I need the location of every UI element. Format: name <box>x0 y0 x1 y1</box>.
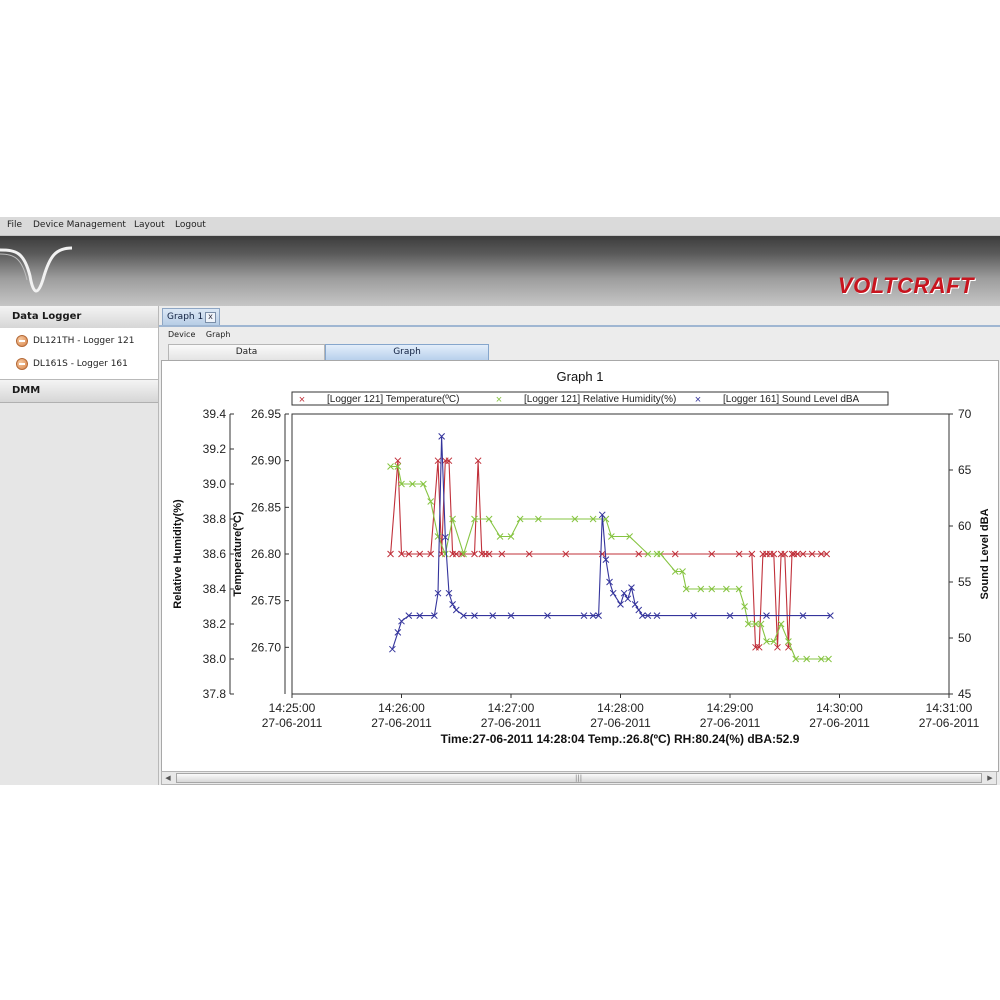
y-tick-label-temperature: 26.80 <box>251 547 281 561</box>
data-point <box>624 595 632 603</box>
y-tick-label-humidity: 38.4 <box>203 582 227 596</box>
data-point <box>394 629 402 636</box>
scroll-right-arrow-icon[interactable]: ▶ <box>984 772 996 784</box>
data-point <box>609 589 617 597</box>
data-point <box>620 589 628 597</box>
scroll-grip-icon: ||| <box>575 774 583 782</box>
device-icon <box>16 358 28 370</box>
sidebar-item-label: DL161S - Logger 161 <box>33 359 128 369</box>
x-tick-label-time: 14:29:00 <box>707 701 754 715</box>
data-point <box>635 606 643 614</box>
cursor-readout: Time:27-06-2011 14:28:04 Temp.:26.8(ºC) … <box>441 732 800 746</box>
x-tick-label-date: 27-06-2011 <box>809 716 870 730</box>
y-tick-label-humidity: 38.8 <box>203 512 227 526</box>
x-tick-label-time: 14:31:00 <box>926 701 973 715</box>
close-icon[interactable]: x <box>205 312 216 323</box>
legend-marker: × <box>299 394 305 406</box>
menu-layout[interactable]: Layout <box>134 220 165 230</box>
y-tick-label-temperature: 26.75 <box>251 594 281 608</box>
y-tick-label-sound: 65 <box>958 463 972 477</box>
data-point <box>449 601 456 608</box>
x-tick-label-time: 14:27:00 <box>488 701 535 715</box>
tab-label: Graph 1 <box>167 312 204 322</box>
legend-entry: [Logger 121] Relative Humidity(%) <box>524 394 676 405</box>
y-axis-label-humidity: Relative Humidity(%) <box>172 499 184 609</box>
y-tick-label-sound: 45 <box>958 687 972 701</box>
legend-marker: × <box>496 394 502 406</box>
breadcrumb-device: Device <box>168 330 196 339</box>
y-tick-label-temperature: 26.95 <box>251 407 281 421</box>
y-tick-label-humidity: 39.4 <box>203 407 227 421</box>
y-tick-label-humidity: 38.6 <box>203 547 227 561</box>
breadcrumb: Device Graph <box>168 330 238 339</box>
chart[interactable]: Graph 1 × [Logger 121] Temperature(ºC) × [Lo… <box>162 361 998 771</box>
breadcrumb-graph: Graph <box>205 330 231 339</box>
x-tick-label-time: 14:30:00 <box>816 701 863 715</box>
sidebar-item-label: DL121TH - Logger 121 <box>33 336 135 346</box>
x-tick-label-date: 27-06-2011 <box>262 716 323 730</box>
device-icon <box>16 335 28 347</box>
x-tick-label-date: 27-06-2011 <box>371 716 432 730</box>
menu-device-management[interactable]: Device Management <box>33 220 126 230</box>
y-tick-label-humidity: 39.2 <box>203 442 227 456</box>
y-tick-label-humidity: 37.8 <box>203 687 227 701</box>
sidebar-section-dmm[interactable]: DMM <box>0 380 158 403</box>
scroll-thumb[interactable]: ||| <box>176 773 982 783</box>
y-tick-label-sound: 50 <box>958 631 972 645</box>
x-tick-label-time: 14:25:00 <box>269 701 316 715</box>
swoosh-logo-icon <box>0 246 73 293</box>
tab-strip-divider <box>159 325 1000 327</box>
chart-title: Graph 1 <box>557 369 604 384</box>
menu-file[interactable]: File <box>7 220 22 230</box>
tab-graph[interactable]: Graph <box>325 344 489 360</box>
menu-bar: File Device Management Layout Logout <box>0 217 1000 236</box>
y-tick-label-humidity: 38.0 <box>203 652 227 666</box>
x-tick-label-time: 14:26:00 <box>378 701 425 715</box>
data-point <box>617 601 624 608</box>
x-tick-label-date: 27-06-2011 <box>919 716 980 730</box>
sidebar: Data Logger DL121TH - Logger 121 DL161S … <box>0 306 159 785</box>
data-point <box>777 620 785 628</box>
x-tick-label-date: 27-06-2011 <box>481 716 542 730</box>
y-axis-label-sound: Sound Level dBA <box>979 508 991 599</box>
tab-data[interactable]: Data <box>168 344 325 360</box>
legend-entry: [Logger 121] Temperature(ºC) <box>327 394 459 405</box>
y-tick-label-humidity: 38.2 <box>203 617 227 631</box>
x-tick-label-time: 14:28:00 <box>597 701 644 715</box>
y-tick-label-temperature: 26.85 <box>251 500 281 514</box>
y-tick-label-sound: 60 <box>958 519 972 533</box>
x-tick-label-date: 27-06-2011 <box>590 716 651 730</box>
main-area: Graph 1 x Device Graph Data Graph Graph … <box>159 306 1000 785</box>
legend-entry: [Logger 161] Sound Level dBA <box>723 394 860 405</box>
tab-graph-1[interactable]: Graph 1 x <box>162 308 220 325</box>
data-point <box>389 645 396 653</box>
voltcraft-logo: VOLTCRAFT <box>837 273 974 298</box>
menu-logout[interactable]: Logout <box>175 220 206 230</box>
app-window: File Device Management Layout Logout VOL… <box>0 217 1000 785</box>
y-tick-label-humidity: 39.0 <box>203 477 227 491</box>
scroll-left-arrow-icon[interactable]: ◀ <box>162 772 174 784</box>
device-list: DL121TH - Logger 121 DL161S - Logger 161 <box>0 328 158 380</box>
y-tick-label-sound: 70 <box>958 407 972 421</box>
y-tick-label-temperature: 26.90 <box>251 454 281 468</box>
data-point <box>452 606 460 614</box>
x-tick-label-date: 27-06-2011 <box>700 716 761 730</box>
horizontal-scrollbar[interactable]: ◀ ||| ▶ <box>161 771 997 785</box>
y-tick-label-sound: 55 <box>958 575 972 589</box>
sidebar-item-dl121th[interactable]: DL121TH - Logger 121 <box>16 335 134 347</box>
sidebar-section-data-logger[interactable]: Data Logger <box>0 306 158 329</box>
legend-marker: × <box>695 394 701 406</box>
graph-panel: Graph 1 × [Logger 121] Temperature(ºC) × [Lo… <box>161 360 999 772</box>
data-point <box>398 617 405 625</box>
y-tick-label-temperature: 26.70 <box>251 640 281 654</box>
header-banner: VOLTCRAFT <box>0 236 1000 306</box>
y-axis-label-temperature: Temperature(ºC) <box>232 511 244 596</box>
sidebar-item-dl161s[interactable]: DL161S - Logger 161 <box>16 358 128 370</box>
